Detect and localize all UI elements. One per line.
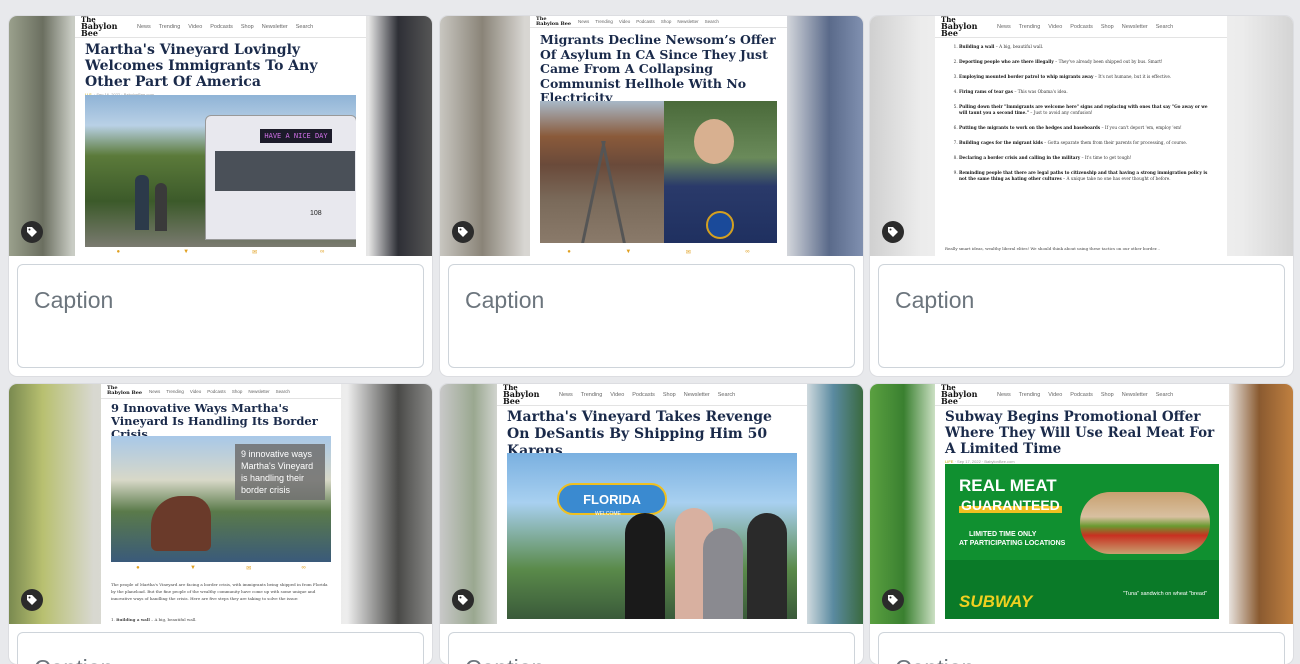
image-thumbnail[interactable]: The Babylon Bee News Trending Video Podcasts… [870,16,1293,256]
image-thumbnail[interactable]: The Babylon Bee News Trending Video Podcasts… [440,384,863,624]
caption-input[interactable]: Caption [878,632,1285,664]
subway-ad: REAL MEAT GUARANTEED LIMITED TIME ONLY A… [945,464,1219,619]
caption-input[interactable]: Caption [878,264,1285,368]
article-body: The people of Martha's Vineyard are faci… [111,582,328,601]
list-item: Putting the migrants to work on the hedg… [959,125,1213,131]
image-card: The Babylon Bee News Trending Video Podcasts… [440,384,863,664]
article-headline: Martha's Vineyard Lovingly Welcomes Immi… [85,42,318,90]
twitter-icon[interactable]: ▼ [183,249,189,255]
twitter-icon[interactable]: ▼ [625,249,631,255]
list-item: Deporting people who are there illegally… [959,59,1213,65]
article-screenshot: The Babylon Bee News Trending Video Podcasts… [935,16,1227,256]
twitter-icon[interactable]: ▼ [190,565,196,571]
article-footer-text: Really smart ideas, wealthy liberal elit… [945,246,1160,251]
article-photo: FLORIDA WELCOME [507,453,797,619]
list-item: 1. Building a wall – A big, beautiful wa… [111,617,197,622]
image-card: The Babylon Bee News Trending Video Podcasts… [440,16,863,376]
article-screenshot: The Babylon Bee News Trending Video Podcasts… [530,16,787,256]
tag-icon[interactable] [882,221,904,243]
image-thumbnail[interactable]: The Babylon Bee News Trending Video Podcasts… [9,16,432,256]
site-nav: News Trending Video Podcasts Shop Newsletter S… [578,19,719,24]
babylon-bee-logo: The Babylon Bee [81,16,118,38]
image-card: The Babylon Bee News Trending Video Podcasts… [9,16,432,376]
babylon-bee-logo: The Babylon Bee [536,16,572,27]
facebook-icon[interactable]: ● [136,565,140,571]
site-nav: News Trending Video Podcasts Shop Newsletter S… [149,388,290,394]
tag-icon[interactable] [452,221,474,243]
image-card: The Babylon Bee News Trending Video Podcasts… [9,384,432,664]
article-screenshot: The Babylon Bee News Trending Video Podcasts… [935,384,1229,624]
tag-icon[interactable] [452,589,474,611]
article-photo: 9 innovative ways Martha's Vineyard is h… [111,436,331,562]
list-item: Reminding people that there are legal pa… [959,170,1213,182]
email-icon[interactable]: ✉ [246,565,251,572]
link-icon[interactable]: ∞ [302,565,306,571]
image-grid: The Babylon Bee News Trending Video Podcasts… [0,0,1300,664]
share-bar: ● ▼ ✉ ∞ [111,564,331,572]
site-nav: News Trending Video Podcasts Shop Newsletter S… [559,391,736,398]
article-screenshot: The Babylon Bee News Trending Video Podcasts… [101,384,341,624]
facebook-icon[interactable]: ● [117,249,121,255]
article-list: Building a wall – A big, beautiful wall.… [935,38,1227,197]
article-headline: Migrants Decline Newsom’s Offer Of Asylu… [540,32,776,105]
caption-input[interactable]: Caption [17,632,424,664]
photo-overlay-text: 9 innovative ways Martha's Vineyard is h… [235,444,325,500]
babylon-bee-logo: The Babylon Bee [941,16,978,38]
site-nav: News Trending Video Podcasts Shop Newsletter S… [137,23,314,30]
image-thumbnail[interactable]: The Babylon Bee News Trending Video Podcasts… [440,16,863,256]
babylon-bee-logo: The Babylon Bee [941,384,978,406]
email-icon[interactable]: ✉ [252,249,257,256]
tag-icon[interactable] [21,221,43,243]
link-icon[interactable]: ∞ [320,249,324,255]
image-card: The Babylon Bee News Trending Video Podcasts… [870,16,1293,376]
article-headline: 9 Innovative Ways Martha's Vineyard Is H… [111,401,318,441]
tag-icon[interactable] [882,589,904,611]
share-bar: ● ▼ ✉ ∞ [85,248,356,256]
babylon-bee-logo: The Babylon Bee [107,385,143,396]
list-item: Building a wall – A big, beautiful wall. [959,44,1213,50]
image-thumbnail[interactable]: The Babylon Bee News Trending Video Podcasts… [870,384,1293,624]
caption-input[interactable]: Caption [448,632,855,664]
email-icon[interactable]: ✉ [686,249,691,256]
article-photo: HAVE A NICE DAY 108 [85,95,356,247]
share-bar: ● ▼ ✉ ∞ [540,248,777,256]
article-screenshot: The Babylon Bee News Trending Video Podcasts… [497,384,807,624]
facebook-icon[interactable]: ● [567,249,571,255]
article-screenshot: The Babylon Bee News Trending Video Podcasts… [75,16,366,256]
list-item: Employing mounted border patrol to whip … [959,74,1213,80]
site-nav: News Trending Video Podcasts Shop Newsletter S… [997,23,1174,30]
image-card: The Babylon Bee News Trending Video Podcasts… [870,384,1293,664]
caption-input[interactable]: Caption [448,264,855,368]
site-nav: News Trending Video Podcasts Shop Newsletter S… [997,391,1174,398]
article-headline: Martha's Vineyard Takes Revenge On DeSan… [507,409,772,459]
caption-input[interactable]: Caption [17,264,424,368]
list-item: Firing rams of tear gas – This was Obama… [959,89,1213,95]
list-item: Declaring a border crisis and calling in… [959,155,1213,161]
image-thumbnail[interactable]: The Babylon Bee News Trending Video Podcasts… [9,384,432,624]
article-photo [540,101,777,243]
babylon-bee-logo: The Babylon Bee [503,384,540,406]
tag-icon[interactable] [21,589,43,611]
article-headline: Subway Begins Promotional Offer Where Th… [945,409,1215,457]
link-icon[interactable]: ∞ [745,249,749,255]
list-item: Building cages for the migrant kids – Go… [959,140,1213,146]
list-item: Pulling down their "Immigrants are welco… [959,104,1213,116]
